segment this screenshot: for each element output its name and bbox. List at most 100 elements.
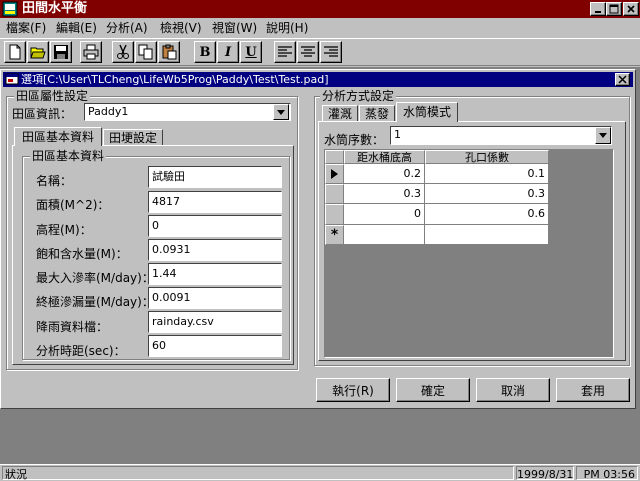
close-icon bbox=[618, 75, 627, 84]
saturated-water-field[interactable]: 0.0931 bbox=[148, 239, 282, 261]
field-settings-group-label: 田區屬性設定 bbox=[14, 89, 91, 103]
tab-levee-settings[interactable]: 田埂設定 bbox=[103, 129, 163, 145]
open-folder-button[interactable] bbox=[27, 41, 49, 63]
chevron-down-icon bbox=[277, 109, 285, 115]
app-title: 田間水平衡 bbox=[22, 1, 88, 16]
area-label: 面積(M^2)： bbox=[36, 198, 110, 212]
align-left-icon bbox=[278, 46, 292, 57]
status-date: 1999/8/31 bbox=[517, 468, 574, 481]
cut-button[interactable] bbox=[112, 41, 134, 63]
name-field[interactable]: 試驗田 bbox=[148, 166, 282, 188]
align-center-icon bbox=[301, 46, 315, 57]
cut-icon bbox=[117, 44, 129, 59]
status-text: 狀況 bbox=[5, 468, 27, 481]
menu-file[interactable]: 檔案(F) bbox=[6, 20, 46, 36]
grid-header-height[interactable]: 距水桶底高 bbox=[344, 150, 425, 164]
underline-button[interactable]: U bbox=[240, 41, 262, 63]
field-info-dropdown-button[interactable] bbox=[273, 104, 289, 120]
analysis-settings-group-label: 分析方式設定 bbox=[320, 89, 397, 103]
save-icon bbox=[54, 45, 68, 59]
elevation-field[interactable]: 0 bbox=[148, 215, 282, 237]
dialog-title: 選項[C:\User\TLCheng\LifeWb5Prog\Paddy\Tes… bbox=[21, 73, 329, 86]
align-center-button[interactable] bbox=[297, 41, 319, 63]
close-button[interactable] bbox=[623, 2, 639, 16]
apply-button[interactable]: 套用 bbox=[556, 378, 630, 402]
restore-icon bbox=[609, 4, 619, 14]
basic-data-group-label: 田區基本資料 bbox=[30, 149, 107, 163]
grid-cell[interactable]: 0.6 bbox=[425, 204, 549, 225]
grid-row-header-new[interactable]: * bbox=[325, 225, 344, 245]
time-step-label: 分析時距(sec)： bbox=[36, 344, 126, 358]
status-time-panel: PM 03:56 bbox=[576, 466, 638, 481]
underline-icon: U bbox=[245, 44, 257, 60]
grid-row-header-current[interactable] bbox=[325, 164, 344, 184]
align-right-icon bbox=[324, 46, 338, 57]
tab-evaporation[interactable]: 蒸發 bbox=[359, 105, 395, 122]
bold-button[interactable]: B bbox=[194, 41, 216, 63]
menu-view[interactable]: 檢視(V) bbox=[160, 20, 202, 36]
tab-basic-data[interactable]: 田區基本資料 bbox=[14, 127, 102, 146]
area-field[interactable]: 4817 bbox=[148, 191, 282, 213]
tab-tank-model[interactable]: 水筒模式 bbox=[396, 102, 458, 122]
dialog-icon[interactable] bbox=[5, 72, 19, 86]
grid-cell[interactable]: 0.3 bbox=[425, 184, 549, 204]
minimize-button[interactable] bbox=[590, 2, 606, 16]
rainfall-file-field[interactable]: rainday.csv bbox=[148, 311, 282, 333]
tank-seq-select[interactable]: 1 bbox=[390, 126, 612, 145]
menu-window[interactable]: 視窗(W) bbox=[212, 20, 257, 36]
tank-seq-label: 水筒序數： bbox=[324, 133, 385, 147]
menu-analysis[interactable]: 分析(A) bbox=[106, 20, 148, 36]
chevron-down-icon bbox=[599, 133, 607, 138]
cancel-button[interactable]: 取消 bbox=[476, 378, 550, 402]
print-button[interactable] bbox=[80, 41, 102, 63]
italic-button[interactable]: I bbox=[217, 41, 239, 63]
field-info-label: 田區資訊： bbox=[12, 107, 73, 121]
tank-seq-value: 1 bbox=[394, 128, 401, 141]
grid-corner bbox=[325, 150, 344, 164]
grid-cell[interactable]: 0 bbox=[344, 204, 425, 225]
main-title-bar: 田間水平衡 bbox=[0, 0, 640, 18]
new-row-icon: * bbox=[330, 227, 339, 243]
status-time: PM 03:56 bbox=[583, 468, 635, 481]
bold-icon: B bbox=[199, 44, 211, 60]
grid-cell[interactable]: 0.3 bbox=[344, 184, 425, 204]
grid-cell-new[interactable] bbox=[425, 225, 549, 245]
copy-button[interactable] bbox=[135, 41, 157, 63]
tank-seq-dropdown-button[interactable] bbox=[595, 127, 611, 144]
rainfall-file-label: 降雨資料檔： bbox=[36, 320, 109, 334]
paste-icon bbox=[162, 44, 177, 60]
dialog-close-button[interactable] bbox=[615, 73, 630, 86]
align-right-button[interactable] bbox=[320, 41, 342, 63]
paste-button[interactable] bbox=[158, 41, 180, 63]
run-button[interactable]: 執行(R) bbox=[316, 378, 390, 402]
status-text-panel: 狀況 bbox=[2, 466, 514, 481]
align-left-button[interactable] bbox=[274, 41, 296, 63]
grid-cell-new[interactable] bbox=[344, 225, 425, 245]
current-row-icon bbox=[331, 169, 338, 179]
restore-button[interactable] bbox=[606, 2, 622, 16]
new-file-icon bbox=[9, 44, 21, 60]
minimize-icon bbox=[595, 11, 601, 13]
menu-edit[interactable]: 編輯(E) bbox=[56, 20, 97, 36]
save-button[interactable] bbox=[50, 41, 72, 63]
app-icon[interactable] bbox=[2, 1, 18, 17]
final-seepage-field[interactable]: 0.0091 bbox=[148, 287, 282, 309]
print-icon bbox=[83, 44, 99, 60]
new-file-button[interactable] bbox=[4, 41, 26, 63]
close-icon bbox=[627, 5, 635, 13]
max-infiltration-label: 最大入滲率(M/day)： bbox=[36, 271, 154, 285]
field-info-value: Paddy1 bbox=[88, 105, 129, 118]
italic-icon: I bbox=[224, 44, 232, 60]
grid-cell[interactable]: 0.1 bbox=[425, 164, 549, 184]
max-infiltration-field[interactable]: 1.44 bbox=[148, 263, 282, 285]
grid-row-header[interactable] bbox=[325, 204, 344, 225]
tab-irrigation[interactable]: 灌溉 bbox=[322, 105, 358, 122]
grid-row-header[interactable] bbox=[325, 184, 344, 204]
final-seepage-label: 終極滲漏量(M/day)： bbox=[36, 295, 154, 309]
menu-help[interactable]: 說明(H) bbox=[266, 20, 308, 36]
field-info-select[interactable]: Paddy1 bbox=[84, 103, 291, 121]
ok-button[interactable]: 確定 bbox=[396, 378, 470, 402]
grid-cell[interactable]: 0.2 bbox=[344, 164, 425, 184]
time-step-field[interactable]: 60 bbox=[148, 335, 282, 357]
grid-header-orifice-coeff[interactable]: 孔口係數 bbox=[425, 150, 549, 164]
